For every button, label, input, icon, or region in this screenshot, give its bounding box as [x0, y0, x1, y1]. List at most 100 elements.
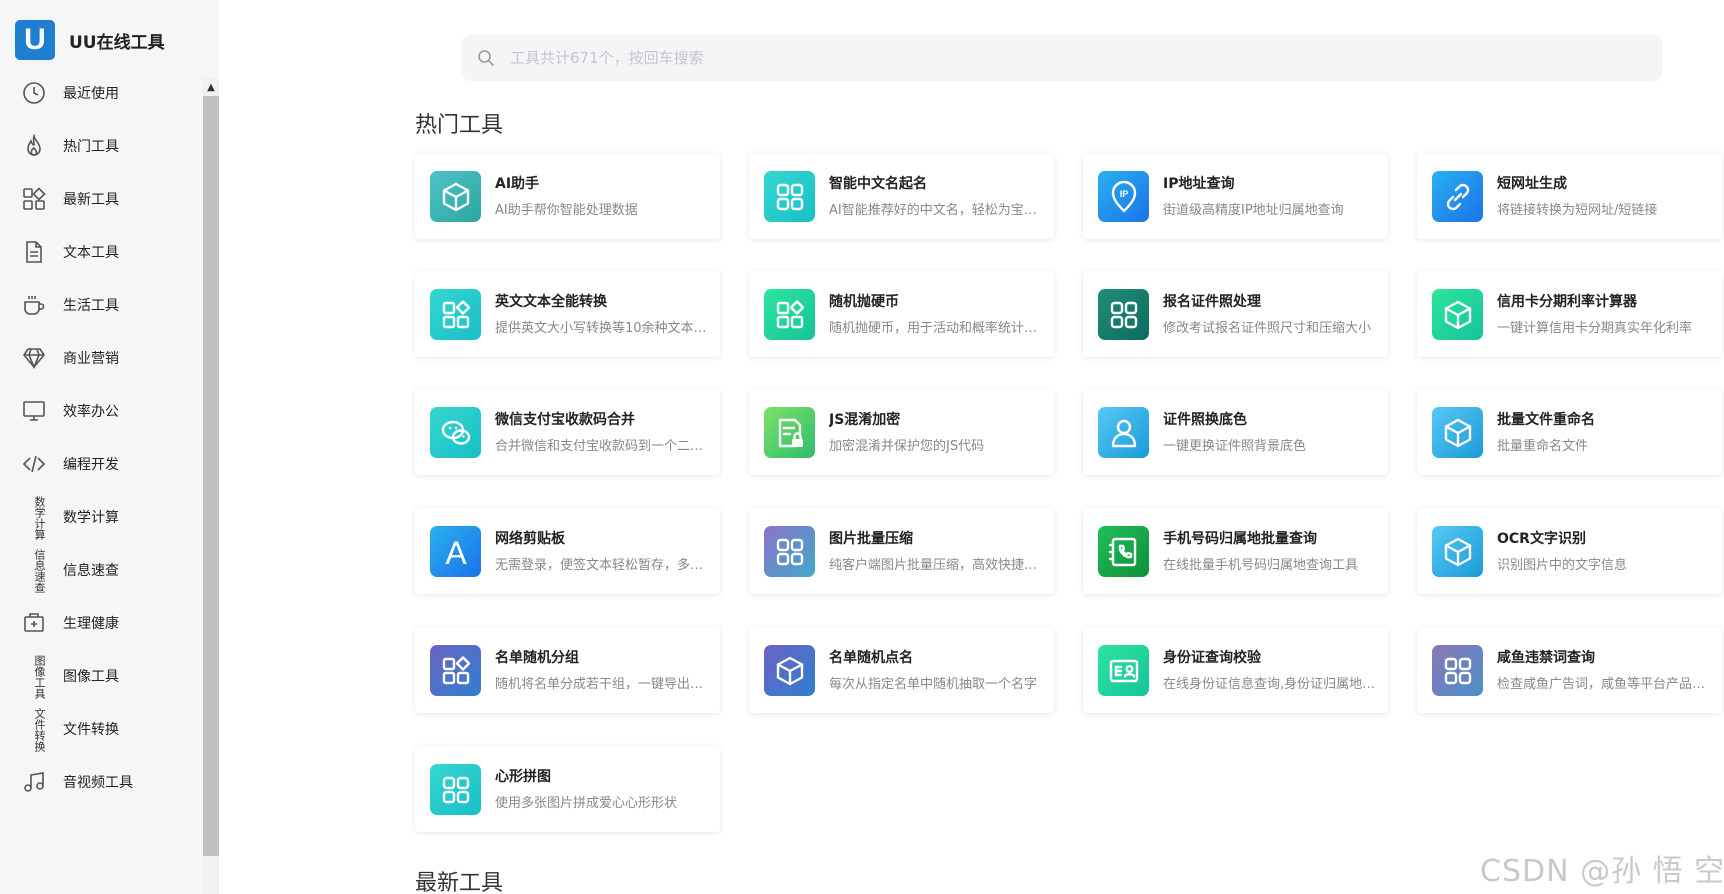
- sidebar-item-label: 编程开发: [63, 457, 119, 473]
- tool-title: 随机抛硬币: [829, 294, 899, 310]
- tool-card[interactable]: 证件照换底色 一键更换证件照背景底色: [1083, 389, 1388, 475]
- search-icon: [478, 50, 494, 66]
- letter-a-icon: A: [430, 526, 481, 577]
- tool-title: OCR文字识别: [1497, 531, 1586, 547]
- fire-icon: [21, 133, 47, 159]
- sidebar-item-label: 效率办公: [63, 404, 119, 420]
- sidebar-item[interactable]: 生活工具: [0, 283, 203, 327]
- tool-card[interactable]: 名单随机点名 每次从指定名单中随机抽取一个名字: [749, 627, 1054, 713]
- sidebar-item[interactable]: 数学计算 数学计算: [0, 495, 203, 540]
- file-convert-icon: 文件转换: [33, 708, 46, 752]
- sidebar-item[interactable]: 文本工具: [0, 230, 203, 274]
- image-icon: 图像工具: [33, 655, 46, 699]
- box-icon: [764, 645, 815, 696]
- tool-card[interactable]: JS混淆加密加密混淆并保护您的JS代码: [749, 389, 1054, 475]
- tool-card[interactable]: 随机抛硬币 随机抛硬币，用于活动和概率统计等场景: [749, 271, 1054, 357]
- tool-description: AI助手帮你智能处理数据: [495, 203, 638, 218]
- tool-card[interactable]: AI助手 AI助手帮你智能处理数据: [415, 153, 720, 239]
- sidebar-item[interactable]: 文件转换 文件转换: [0, 707, 203, 752]
- sidebar-item-label: 文件转换: [63, 722, 119, 738]
- tool-title: AI助手: [495, 176, 540, 192]
- tool-card[interactable]: 智能中文名起名 AI智能推荐好的中文名，轻松为宝宝起名: [749, 153, 1054, 239]
- sidebar-item[interactable]: 热门工具: [0, 124, 203, 168]
- sidebar-item-label: 文本工具: [63, 245, 119, 261]
- code-icon: [21, 451, 47, 477]
- sidebar-item[interactable]: 图像工具 图像工具: [0, 654, 203, 699]
- tool-description: 合并微信和支付宝收款码到一个二维码: [495, 439, 710, 454]
- sidebar-item[interactable]: 生理健康: [0, 601, 203, 645]
- tool-title: 咸鱼违禁词查询: [1497, 650, 1595, 666]
- svg-text:IP: IP: [1119, 189, 1128, 199]
- tool-title: 智能中文名起名: [829, 176, 927, 192]
- tool-title: 网络剪贴板: [495, 531, 565, 547]
- tool-card[interactable]: 微信支付宝收款码合并合并微信和支付宝收款码到一个二维码: [415, 389, 720, 475]
- sidebar-item[interactable]: 音视频工具: [0, 760, 203, 804]
- sidebar-scrollbar[interactable]: ▲: [203, 78, 219, 894]
- search-input[interactable]: [510, 35, 1650, 81]
- sidebar-item[interactable]: 效率办公: [0, 389, 203, 433]
- tool-description: 随机将名单分成若干组，一键导出结果: [495, 677, 710, 692]
- tool-description: 检查咸鱼广告词，咸鱼等平台产品违禁词: [1497, 677, 1712, 692]
- document-icon: [21, 239, 47, 265]
- tool-title: 证件照换底色: [1163, 412, 1247, 428]
- tool-title: 手机号码归属地批量查询: [1163, 531, 1317, 547]
- tool-description: 在线身份证信息查询,身份证归属地校验: [1163, 677, 1378, 692]
- tool-card[interactable]: 英文文本全能转换提供英文大小写转换等10余种文本转换功能: [415, 271, 720, 357]
- tool-title: JS混淆加密: [829, 412, 901, 428]
- sidebar-nav: 最近使用热门工具最新工具文本工具生活工具商业营销效率办公编程开发数学计算 数学计算…: [0, 72, 203, 894]
- grid-diamond-icon: [430, 289, 481, 340]
- sidebar-item[interactable]: 最新工具: [0, 177, 203, 221]
- sidebar-item[interactable]: 信息速查 信息速查: [0, 548, 203, 593]
- tool-title: 短网址生成: [1497, 176, 1567, 192]
- scroll-thumb[interactable]: [203, 96, 219, 856]
- phone-book-icon: [1098, 526, 1149, 577]
- sidebar-item-label: 最新工具: [63, 192, 119, 208]
- tool-card[interactable]: 报名证件照处理修改考试报名证件照尺寸和压缩大小: [1083, 271, 1388, 357]
- tool-card[interactable]: 图片批量压缩 纯客户端图片批量压缩，高效快捷安全: [749, 508, 1054, 594]
- clock-icon: [21, 80, 47, 106]
- tool-description: 在线批量手机号码归属地查询工具: [1163, 558, 1359, 573]
- tool-card[interactable]: 手机号码归属地批量查询在线批量手机号码归属地查询工具: [1083, 508, 1388, 594]
- sidebar-item[interactable]: 最近使用: [0, 72, 203, 115]
- grid-diamond-icon: [430, 645, 481, 696]
- box-icon: [1432, 526, 1483, 577]
- diamond-icon: [21, 345, 47, 371]
- section-title-new: 最新工具: [415, 871, 504, 894]
- tool-title: 图片批量压缩: [829, 531, 913, 547]
- tool-card[interactable]: 名单随机分组随机将名单分成若干组，一键导出结果: [415, 627, 720, 713]
- tool-card[interactable]: 咸鱼违禁词查询检查咸鱼广告词，咸鱼等平台产品违禁词: [1417, 627, 1722, 713]
- tool-description: 修改考试报名证件照尺寸和压缩大小: [1163, 321, 1372, 336]
- scroll-up-arrow-icon[interactable]: ▲: [203, 78, 219, 96]
- calculator-icon: 数学计算: [33, 496, 46, 540]
- tool-card[interactable]: IP IP地址查询 街道级高精度IP地址归属地查询: [1083, 153, 1388, 239]
- tool-title: 报名证件照处理: [1163, 294, 1261, 310]
- tool-card[interactable]: 短网址生成将链接转换为短网址/短链接: [1417, 153, 1722, 239]
- sidebar-item[interactable]: 编程开发: [0, 442, 203, 486]
- tool-card[interactable]: OCR文字识别 识别图片中的文字信息: [1417, 508, 1722, 594]
- tool-description: 加密混淆并保护您的JS代码: [829, 439, 985, 454]
- monitor-icon: [21, 398, 47, 424]
- search-bar: [462, 35, 1662, 81]
- tool-title: 信用卡分期利率计算器: [1497, 294, 1637, 310]
- tool-card[interactable]: 批量文件重命名 批量重命名文件: [1417, 389, 1722, 475]
- wechat-icon: [430, 407, 481, 458]
- grid-new-icon: [21, 186, 47, 212]
- lock-doc-icon: [764, 407, 815, 458]
- tool-card[interactable]: 信用卡分期利率计算器 一键计算信用卡分期真实年化利率: [1417, 271, 1722, 357]
- tool-card[interactable]: 身份证查询校验在线身份证信息查询,身份证归属地校验: [1083, 627, 1388, 713]
- tool-title: 微信支付宝收款码合并: [495, 412, 635, 428]
- tool-title: 心形拼图: [495, 769, 551, 785]
- tool-card[interactable]: A 网络剪贴板 无需登录，便签文本轻松暂存，多端同步: [415, 508, 720, 594]
- box-icon: [430, 171, 481, 222]
- box-icon: [1432, 407, 1483, 458]
- logo[interactable]: U UU在线工具: [15, 20, 165, 60]
- tool-description: 使用多张图片拼成爱心心形形状: [495, 796, 678, 811]
- tool-description: 将链接转换为短网址/短链接: [1497, 203, 1658, 218]
- music-icon: [21, 769, 47, 795]
- sidebar-item-label: 商业营销: [63, 351, 119, 367]
- sidebar-item[interactable]: 商业营销: [0, 336, 203, 380]
- tool-title: 身份证查询校验: [1163, 650, 1261, 666]
- tool-card[interactable]: 心形拼图使用多张图片拼成爱心心形形状: [415, 746, 720, 832]
- tool-title: IP地址查询: [1163, 176, 1235, 192]
- tool-title: 名单随机分组: [495, 650, 579, 666]
